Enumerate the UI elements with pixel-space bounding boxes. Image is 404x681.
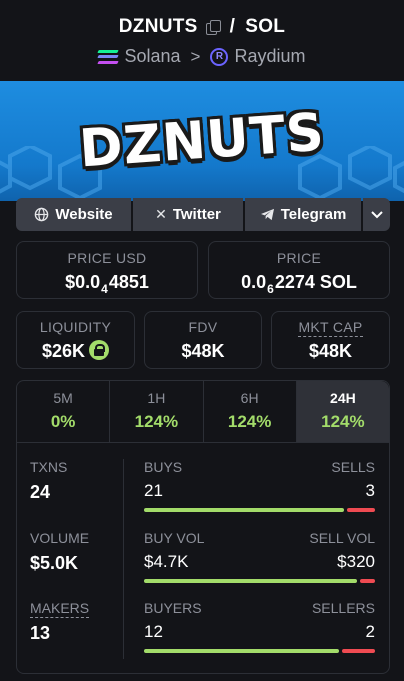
mkt-cap-label[interactable]: MKT CAP <box>298 319 363 337</box>
buy-vol-bar <box>144 579 358 583</box>
tab-5m-change: 0% <box>50 412 76 431</box>
price-sol-card: PRICE 0.062274 SOL <box>208 241 390 299</box>
mkt-cap-card: MKT CAP $48K <box>271 311 390 369</box>
price-usd-prefix: $0.0 <box>65 272 101 292</box>
more-links-button[interactable] <box>363 198 390 231</box>
links-bar: Website ✕ Twitter Telegram <box>16 198 390 231</box>
quote-symbol: SOL <box>245 16 286 37</box>
liquidity-value-row: $26K <box>17 340 134 362</box>
twitter-button[interactable]: ✕ Twitter <box>133 198 243 231</box>
pair-title: DZNUTS / SOL <box>0 16 404 38</box>
buys-value: 21 <box>144 481 163 500</box>
solana-logo-icon <box>97 49 120 64</box>
sells-label: SELLS <box>331 459 375 475</box>
tab-24h-change: 124% <box>321 412 365 431</box>
volume-label: VOLUME <box>30 530 90 546</box>
makers-stat: MAKERS 13 <box>30 600 90 644</box>
buys-bar <box>144 508 344 512</box>
price-sol-prefix: 0.0 <box>241 272 267 292</box>
copy-icon[interactable] <box>205 20 221 35</box>
buys-sells-ratio-bar <box>144 508 375 512</box>
tab-1h-change: 124% <box>134 412 179 431</box>
sell-vol-label: SELL VOL <box>309 530 375 546</box>
buy-sell-vol-stat: BUY VOL SELL VOL $4.7K $320 <box>144 530 375 583</box>
buy-sell-vol-ratio-bar <box>144 579 375 583</box>
price-sol-label: PRICE <box>276 250 322 266</box>
pair-header: DZNUTS / SOL Solana > R Raydium <box>0 0 404 81</box>
liquidity-card: LIQUIDITY $26K <box>16 311 135 369</box>
price-usd-digits: 4851 <box>108 272 149 292</box>
chain-link[interactable]: Solana <box>124 46 180 67</box>
telegram-icon <box>260 208 274 221</box>
txns-stat: TXNS 24 <box>30 459 67 503</box>
liquidity-value: $26K <box>41 341 86 361</box>
volume-value: $5.0K <box>30 553 79 573</box>
price-usd-card: PRICE USD $0.044851 <box>16 241 198 299</box>
buys-sells-stat: BUYS SELLS 21 3 <box>144 459 375 512</box>
sells-value: 3 <box>365 481 375 500</box>
price-sol-value: 0.062274 SOL <box>209 272 389 296</box>
buy-vol-label: BUY VOL <box>144 530 205 546</box>
liquidity-label: LIQUIDITY <box>39 319 112 335</box>
tab-6h-label: 6H <box>240 390 259 406</box>
website-label: Website <box>55 206 113 223</box>
stats-grid: TXNS 24 VOLUME $5.0K MAKERS 13 BUYS SELL… <box>17 443 389 673</box>
buys-label: BUYS <box>144 459 183 475</box>
fdv-card: FDV $48K <box>144 311 262 369</box>
sell-vol-bar <box>360 579 375 583</box>
makers-label[interactable]: MAKERS <box>30 600 90 618</box>
chevron-right-icon: > <box>190 46 201 66</box>
x-icon: ✕ <box>155 206 167 222</box>
timeframe-tabs: 5M 0% 1H 124% 6H 124% 24H 124% <box>17 381 389 443</box>
twitter-label: Twitter <box>172 206 221 223</box>
telegram-label: Telegram <box>280 206 347 223</box>
fdv-label: FDV <box>188 319 218 335</box>
txns-value: 24 <box>30 482 51 502</box>
buyers-bar <box>144 649 340 653</box>
txn-stats-panel: 5M 0% 1H 124% 6H 124% 24H 124% TXNS 24 V… <box>16 380 390 674</box>
price-usd-label: PRICE USD <box>67 250 147 266</box>
raydium-logo-icon: R <box>210 47 229 66</box>
price-sol-zero-count: 6 <box>267 282 274 296</box>
tab-24h-label: 24H <box>330 390 356 406</box>
dex-link[interactable]: Raydium <box>234 46 305 67</box>
website-button[interactable]: Website <box>16 198 131 231</box>
buyers-value: 12 <box>144 622 163 641</box>
chain-dex-breadcrumb: Solana > R Raydium <box>0 46 404 67</box>
chevron-down-icon <box>370 210 383 218</box>
telegram-button[interactable]: Telegram <box>245 198 361 231</box>
sells-bar <box>346 508 375 512</box>
buyers-sellers-ratio-bar <box>144 649 375 653</box>
sellers-value: 2 <box>365 622 375 641</box>
tab-24h[interactable]: 24H 124% <box>296 381 389 443</box>
txns-label: TXNS <box>30 459 68 475</box>
token-symbol: DZNUTS <box>118 16 198 37</box>
buyers-sellers-stat: BUYERS SELLERS 12 2 <box>144 600 375 653</box>
token-banner: DZNUTS <box>0 81 404 201</box>
makers-value: 13 <box>30 623 51 643</box>
price-sol-digits: 2274 SOL <box>274 272 357 292</box>
tab-1h-label: 1H <box>147 390 166 406</box>
mkt-cap-value: $48K <box>308 341 353 361</box>
volume-stat: VOLUME $5.0K <box>30 530 89 574</box>
price-usd-value: $0.044851 <box>17 272 197 296</box>
tab-5m-label: 5M <box>53 390 73 406</box>
tab-5m[interactable]: 5M 0% <box>17 381 111 443</box>
sellers-bar <box>342 649 375 653</box>
price-usd-zero-count: 4 <box>101 282 108 296</box>
globe-icon <box>35 207 49 222</box>
buy-vol-value: $4.7K <box>144 552 189 571</box>
pair-separator: / <box>229 16 236 37</box>
fdv-value: $48K <box>181 341 225 361</box>
tab-1h[interactable]: 1H 124% <box>110 381 204 443</box>
buyers-label: BUYERS <box>144 600 202 616</box>
lock-icon[interactable] <box>89 340 110 360</box>
stats-divider <box>123 459 124 659</box>
sell-vol-value: $320 <box>337 552 375 571</box>
tab-6h[interactable]: 6H 124% <box>203 381 297 443</box>
tab-6h-change: 124% <box>227 412 272 431</box>
sellers-label: SELLERS <box>311 600 375 616</box>
